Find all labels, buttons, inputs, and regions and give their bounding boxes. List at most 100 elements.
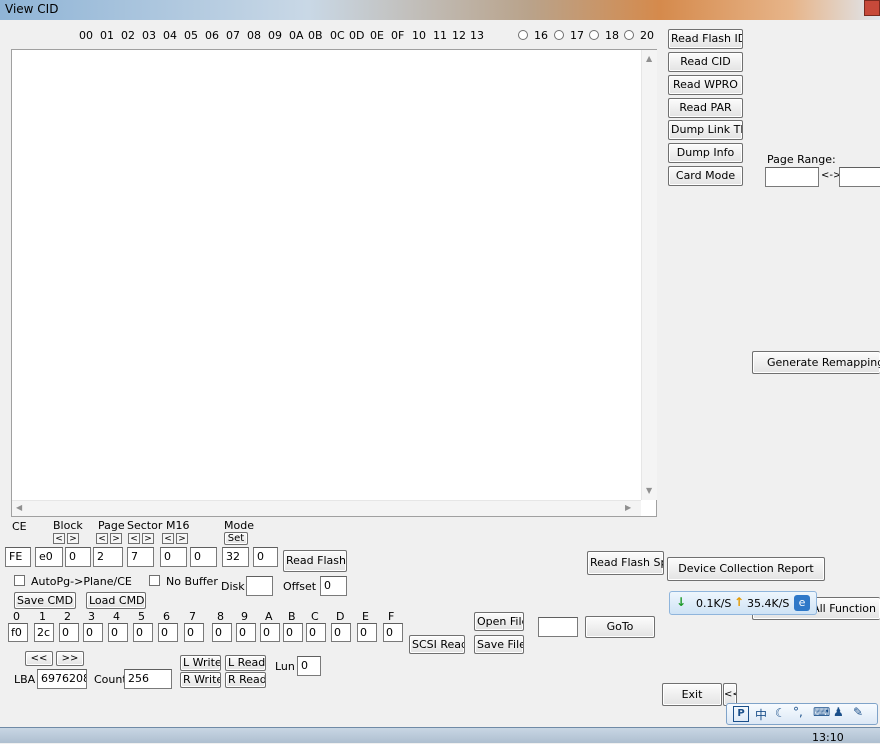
page-range-end-input[interactable]: [839, 167, 880, 187]
ce-label: CE: [12, 520, 27, 533]
m16-next-button[interactable]: >: [176, 533, 188, 544]
half-width-moon-icon[interactable]: ☾: [775, 706, 786, 720]
autopg-checkbox[interactable]: [14, 575, 25, 586]
punctuation-icon[interactable]: °,: [793, 705, 803, 719]
count-input[interactable]: 256: [124, 669, 172, 689]
sector-next-button[interactable]: >: [142, 533, 154, 544]
dump-link-tbl-button[interactable]: Dump Link Tbl: [668, 120, 743, 140]
block2-input[interactable]: 0: [65, 547, 91, 567]
hex-column-label: 0B: [308, 29, 323, 42]
lba-input[interactable]: 6976208: [37, 669, 87, 689]
read-cid-button[interactable]: Read CID: [668, 52, 743, 72]
block-next-button[interactable]: >: [67, 533, 79, 544]
radio-option-16[interactable]: [518, 30, 528, 40]
nobuffer-checkbox[interactable]: [149, 575, 160, 586]
sector-input[interactable]: 7: [127, 547, 154, 567]
cmd-byte-input[interactable]: 0: [59, 623, 79, 642]
ime-logo-icon[interactable]: P: [733, 706, 749, 722]
lun-input[interactable]: 0: [297, 656, 321, 676]
scroll-down-icon[interactable]: ▼: [646, 486, 652, 495]
ce-input[interactable]: FE: [5, 547, 31, 567]
hex-column-label: 0A: [289, 29, 304, 42]
hex-column-label: 09: [268, 29, 282, 42]
ime-toolbar: P 中 ☾ °, ⌨ ♟ ✎: [726, 703, 878, 725]
cmd-byte-input[interactable]: 0: [260, 623, 280, 642]
horizontal-scrollbar[interactable]: ◀ ▶: [12, 500, 641, 516]
user-icon[interactable]: ♟: [833, 705, 844, 719]
vertical-scrollbar[interactable]: ▲ ▼: [641, 50, 657, 500]
page-prev-button[interactable]: <: [96, 533, 108, 544]
cmd-byte-input[interactable]: 0: [108, 623, 128, 642]
keyboard-icon[interactable]: ⌨: [813, 705, 830, 719]
l-write-button[interactable]: L Write: [180, 655, 221, 671]
scroll-right-icon[interactable]: ▶: [625, 503, 631, 512]
cmd-byte-input[interactable]: 0: [158, 623, 178, 642]
r-read-button[interactable]: R Read: [225, 672, 266, 688]
offset-input[interactable]: 0: [320, 576, 347, 596]
cmd-byte-input[interactable]: 0: [383, 623, 403, 642]
dump-info-button[interactable]: Dump Info: [668, 143, 743, 163]
ime-chinese-mode[interactable]: 中: [755, 706, 767, 723]
page-range-start-input[interactable]: [765, 167, 819, 187]
cmd-byte-input[interactable]: 0: [283, 623, 303, 642]
cmd-byte-input[interactable]: 2c: [34, 623, 54, 642]
cmd-byte-input[interactable]: 0: [212, 623, 232, 642]
read-flash-id-button[interactable]: Read Flash ID: [668, 29, 743, 49]
disk-input[interactable]: [246, 576, 273, 596]
goto-button[interactable]: GoTo: [585, 616, 655, 638]
autopg-label: AutoPg->Plane/CE: [31, 575, 132, 588]
close-button[interactable]: [864, 0, 880, 16]
device-collection-report-button[interactable]: Device Collection Report: [667, 557, 825, 581]
open-file-button[interactable]: Open File: [474, 612, 524, 631]
settings-wrench-icon[interactable]: ✎: [853, 705, 863, 719]
load-cmd-button[interactable]: Load CMD: [86, 592, 146, 609]
cmd-byte-input[interactable]: f0: [8, 623, 28, 642]
m16-prev-button[interactable]: <: [162, 533, 174, 544]
page-next-button[interactable]: >: [110, 533, 122, 544]
prev-lba-button[interactable]: <<: [25, 651, 53, 666]
l-read-button[interactable]: L Read: [225, 655, 266, 671]
scroll-left-icon[interactable]: ◀: [16, 503, 22, 512]
next-lba-button[interactable]: >>: [56, 651, 84, 666]
mode-input[interactable]: 32: [222, 547, 249, 567]
hex-column-label: 0C: [330, 29, 345, 42]
radio-option-17[interactable]: [554, 30, 564, 40]
scroll-up-icon[interactable]: ▲: [646, 54, 652, 63]
hex-column-label: 07: [226, 29, 240, 42]
mode-set-button[interactable]: Set: [224, 532, 248, 545]
read-par-button[interactable]: Read PAR: [668, 98, 743, 118]
read-flash-button[interactable]: Read Flash: [283, 550, 347, 572]
card-mode-button[interactable]: Card Mode: [668, 166, 743, 186]
cmd-byte-input[interactable]: 0: [83, 623, 103, 642]
data-text-area[interactable]: [11, 49, 657, 517]
block-prev-button[interactable]: <: [53, 533, 65, 544]
sector-prev-button[interactable]: <: [128, 533, 140, 544]
radio-option-20[interactable]: [624, 30, 634, 40]
scsi-read-button[interactable]: SCSI Read: [409, 635, 465, 654]
cmd-byte-input[interactable]: 0: [133, 623, 153, 642]
offset-label: Offset: [283, 580, 317, 593]
cmd-byte-input[interactable]: 0: [306, 623, 326, 642]
block-input[interactable]: e0: [35, 547, 63, 567]
cmd-byte-input[interactable]: 0: [236, 623, 256, 642]
r-write-button[interactable]: R Write: [180, 672, 221, 688]
m16-b-input[interactable]: 0: [190, 547, 217, 567]
cmd-byte-input[interactable]: 0: [357, 623, 377, 642]
save-file-button[interactable]: Save File: [474, 635, 524, 654]
exit-button[interactable]: Exit: [662, 683, 722, 706]
cmd-byte-input[interactable]: 0: [331, 623, 351, 642]
m16-a-input[interactable]: 0: [160, 547, 187, 567]
cmd-byte-label: 9: [241, 610, 248, 623]
page-input[interactable]: 2: [93, 547, 123, 567]
mode2-input[interactable]: 0: [253, 547, 278, 567]
cmd-byte-input[interactable]: 0: [184, 623, 204, 642]
generate-remapping-button[interactable]: Generate Remapping ta: [752, 351, 880, 374]
hex-column-label: 04: [163, 29, 177, 42]
goto-input[interactable]: [538, 617, 578, 637]
save-cmd-button[interactable]: Save CMD: [14, 592, 76, 609]
read-wpro-button[interactable]: Read WPRO: [668, 75, 743, 95]
browser-icon[interactable]: e: [794, 595, 810, 611]
radio-option-18[interactable]: [589, 30, 599, 40]
read-flash-spr-button[interactable]: Read Flash Spr: [587, 551, 664, 575]
nobuffer-label: No Buffer: [166, 575, 218, 588]
